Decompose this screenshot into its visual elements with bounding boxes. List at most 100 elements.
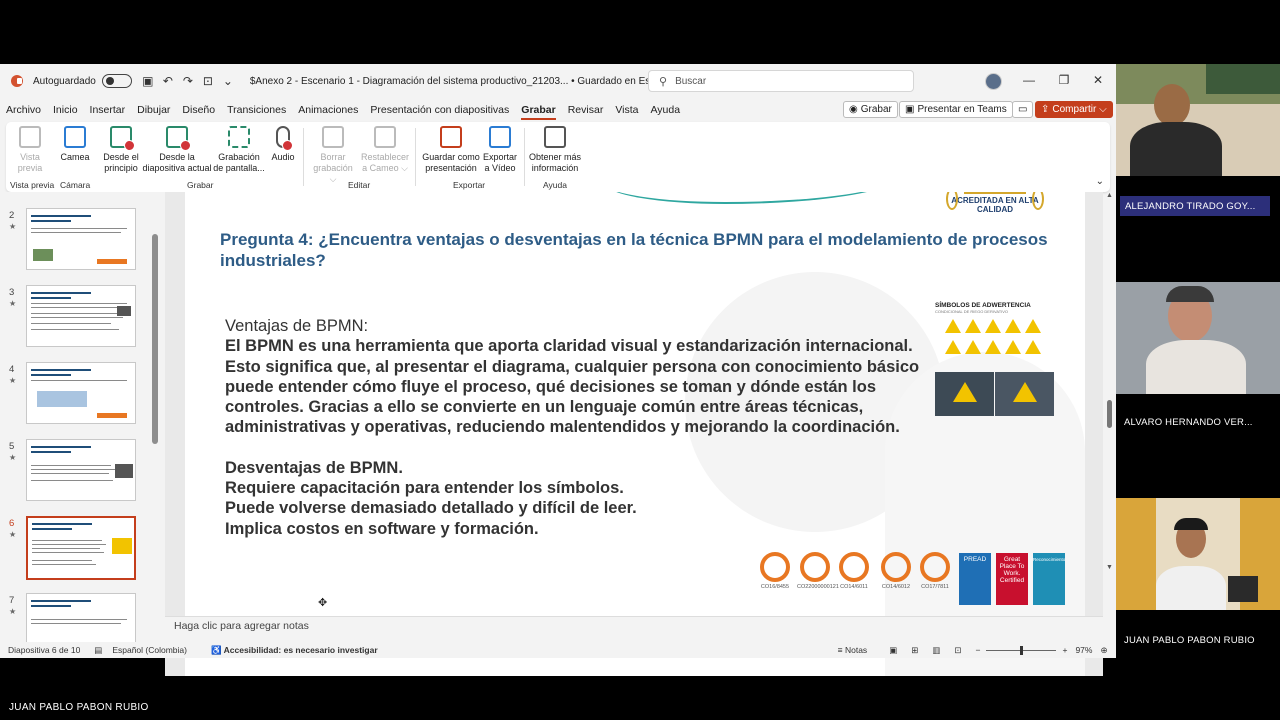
slide-scrollbar[interactable]: ▲ ▼ [1104,192,1116,612]
normal-view-icon[interactable]: ▣ [889,645,897,656]
thumbnail-scrollbar[interactable] [152,200,158,630]
record-button[interactable]: ◉ Grabar [843,101,898,118]
tab-presentacion[interactable]: Presentación con diapositivas [370,104,509,116]
slide-thumbnail[interactable] [26,439,136,501]
notes-pane[interactable]: Haga clic para agregar notas [165,616,1103,644]
tab-inicio[interactable]: Inicio [53,104,78,116]
collapse-ribbon-icon[interactable]: ⌄ [1096,176,1104,187]
reading-view-icon[interactable]: ▥ [932,645,940,656]
group-label-export: Exportar [453,180,486,190]
preview-label: Vista previa [17,152,43,173]
tab-dibujar[interactable]: Dibujar [137,104,170,116]
notes-placeholder: Haga clic para agregar notas [174,620,309,632]
group-label-edit: Editar [348,180,371,190]
thumb-number: 6 [9,518,15,529]
document-title[interactable]: $Anexo 2 - Escenario 1 - Diagramación de… [250,76,686,87]
spellcheck-icon[interactable]: ▤ [94,645,102,656]
warning-triangles [935,318,1060,360]
accreditation-seal: ACREDITADA EN ALTA CALIDAD [946,192,1044,214]
screen-recording-button[interactable]: Grabación de pantalla... [213,126,265,174]
search-box[interactable]: ⚲ Buscar [648,70,914,92]
slide-thumbnail[interactable] [26,285,136,347]
sorter-view-icon[interactable]: ⊞ [911,645,918,656]
share-button[interactable]: ⇪ Compartir ⌵ [1035,101,1113,118]
record-button-label: Grabar [860,104,892,115]
disadvantage-item: Implica costos en software y formación. [225,519,539,538]
accreditation-text: ACREDITADA EN ALTA CALIDAD [951,196,1039,214]
search-placeholder: Buscar [675,75,707,87]
thumb-number: 4 [9,364,15,375]
warning-triangle-icon [985,340,1001,354]
tab-grabar[interactable]: Grabar [521,104,557,120]
notes-toggle[interactable]: ≡ Notas [838,645,868,655]
tab-revisar[interactable]: Revisar [568,104,604,116]
certification-seal: CO17/7811 [917,552,953,590]
tab-animaciones[interactable]: Animaciones [298,104,358,116]
certification-seal: CO22000000121 [797,552,839,590]
export-video-button[interactable]: Exportar a Vídeo [480,126,520,174]
group-label-preview: Vista previa [10,180,55,190]
slideshow-view-icon[interactable]: ⊡ [954,645,961,656]
audio-label: Audio [271,152,295,162]
present-teams-button[interactable]: ▣ Presentar en Teams [899,101,1013,118]
tab-vista[interactable]: Vista [615,104,638,116]
close-icon[interactable]: ✕ [1089,73,1107,87]
scroll-up-icon[interactable]: ▲ [1106,192,1113,199]
warning-triangle-icon [1005,340,1021,354]
warning-photo [995,372,1054,416]
zoom-slider[interactable] [986,645,1057,655]
account-avatar[interactable] [985,73,1002,90]
save-as-presentation-button[interactable]: Guardar como presentación [420,126,482,174]
slide-thumbnail[interactable] [26,208,136,270]
slide-thumbnail-selected[interactable] [26,516,136,580]
camera-button[interactable]: Camea [58,126,92,163]
slide-thumbnail[interactable] [26,593,136,642]
audio-button[interactable]: Audio [268,126,298,163]
gptw-badge: Great Place To Work. Certified [996,553,1028,605]
thumb-star-icon: ★ [9,607,17,616]
reset-cameo-button[interactable]: Restablecer a Cameo ⌵ [359,126,411,174]
tab-transiciones[interactable]: Transiciones [227,104,286,116]
accessibility-status[interactable]: ♿ Accesibilidad: es necesario investigar [211,645,378,656]
tab-archivo[interactable]: Archivo [6,104,41,116]
preview-button[interactable]: Vista previa [12,126,48,174]
header-wave [605,192,905,204]
minimize-icon[interactable]: — [1020,73,1038,87]
tab-ayuda[interactable]: Ayuda [650,104,680,116]
more-info-button[interactable]: Obtener más información [527,126,583,174]
language-indicator[interactable]: Español (Colombia) [112,645,187,655]
thumb-number: 7 [9,595,15,606]
clear-label: Borrar grabación ⌵ [313,152,353,184]
warning-signs-image: SÍMBOLOS DE ADWERTENCIA CONDICIONAL DE R… [935,302,1060,432]
zoom-level[interactable]: 97% [1075,645,1092,655]
zoom-in-icon[interactable]: + [1062,645,1067,655]
scroll-down-icon[interactable]: ▼ [1106,564,1113,571]
mouse-cursor-icon: ✥ [318,597,328,609]
slide-counter: Diapositiva 6 de 10 [8,645,81,655]
slide-thumbnail[interactable] [26,362,136,424]
record-from-current-button[interactable]: Desde la diapositiva actual [142,126,212,174]
autosave-toggle[interactable] [101,74,132,88]
customize-icon[interactable]: ⌄ [220,74,236,88]
undo-icon[interactable]: ↶ [160,74,176,88]
warning-triangle-icon [1025,340,1041,354]
present-icon[interactable]: ⊡ [200,74,216,88]
restore-icon[interactable]: ❐ [1055,73,1073,87]
export-video-label: Exportar a Vídeo [482,152,517,173]
record-from-start-button[interactable]: Desde el principio [100,126,142,174]
save-icon[interactable]: ▣ [140,74,156,88]
participant-name: ALVARO HERNANDO VER... [1124,416,1253,428]
warning-triangle-icon [945,340,961,354]
warning-photo [935,372,994,416]
zoom-out-icon[interactable]: − [976,645,981,655]
comments-button[interactable]: ▭ [1012,101,1034,118]
fit-slide-icon[interactable]: ⊕ [1100,645,1107,656]
ribbon-separator [415,128,416,186]
tab-diseno[interactable]: Diseño [182,104,215,116]
redo-icon[interactable]: ↷ [180,74,196,88]
recognition-badge: Reconocimiento [1033,553,1065,605]
autosave-label: Autoguardado [33,75,96,87]
tab-insertar[interactable]: Insertar [90,104,126,116]
clear-recording-button[interactable]: Borrar grabación ⌵ [311,126,355,185]
present-teams-label: Presentar en Teams [917,104,1007,115]
